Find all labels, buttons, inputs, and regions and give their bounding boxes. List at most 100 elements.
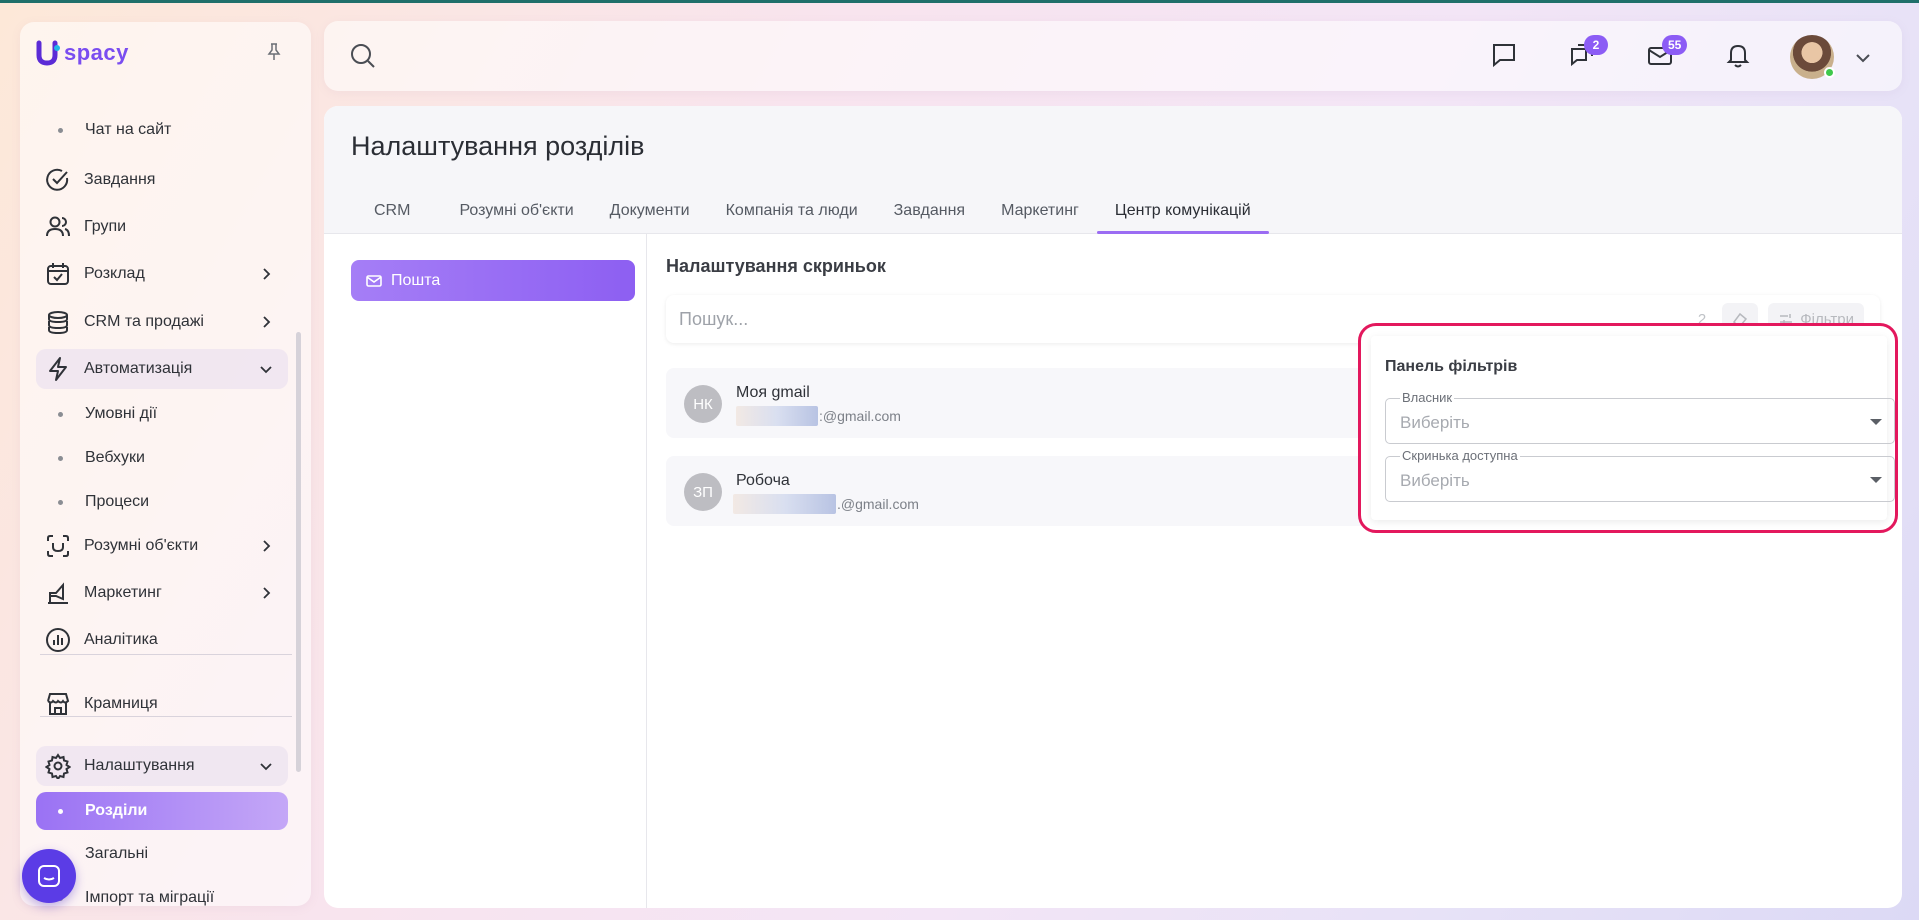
sidebar-item-webhooks[interactable]: Вебхуки	[36, 440, 288, 476]
bullet-icon	[58, 499, 63, 505]
mail-badge: 55	[1662, 35, 1688, 55]
megaphone-icon	[44, 579, 72, 607]
sidebar-item-automation[interactable]: Автоматизація	[36, 349, 288, 389]
sidebar-item-processes[interactable]: Процеси	[36, 484, 288, 520]
bullet-icon	[58, 127, 63, 133]
owner-select[interactable]: Власник Виберіть	[1385, 390, 1895, 444]
filter-panel-title: Панель фільтрів	[1385, 358, 1518, 375]
sidebar-item-smart-objects[interactable]: Розумні об'єкти	[36, 526, 288, 566]
chart-icon	[44, 626, 72, 654]
mail-button[interactable]: 55	[1646, 35, 1688, 69]
messages-button[interactable]: 2	[1568, 35, 1608, 69]
section-title: Налаштування скриньок	[666, 256, 886, 276]
support-chat-button[interactable]	[22, 849, 76, 903]
bullet-icon	[58, 808, 63, 814]
sidebar-item-label: Вебхуки	[85, 449, 145, 466]
chevron-down-icon	[258, 361, 274, 377]
mailbox-avatar: НК	[684, 385, 722, 423]
bullet-icon	[58, 455, 63, 461]
chat-icon[interactable]	[1490, 41, 1518, 69]
mailbox-available-select[interactable]: Скринька доступна Виберіть	[1385, 448, 1895, 502]
sidebar-item-label: Аналітика	[84, 631, 158, 648]
sidebar-item-label: Крамниця	[84, 695, 158, 712]
sidebar-scrollbar[interactable]	[296, 332, 301, 772]
online-status-icon	[1824, 67, 1835, 78]
users-icon	[44, 213, 72, 241]
sidebar-item-schedule[interactable]: Розклад	[36, 254, 288, 294]
sidebar-item-label: Налаштування	[84, 757, 195, 774]
sidebar-item-tasks[interactable]: Завдання	[36, 160, 288, 200]
owner-value: Виберіть	[1400, 413, 1470, 432]
sidebar-item-crm[interactable]: CRM та продажі	[36, 302, 288, 342]
redacted-email	[733, 494, 836, 514]
top-accent-line	[0, 0, 1919, 3]
mailbox-avatar: ЗП	[684, 473, 722, 511]
sidebar-item-label: Імпорт та міграції	[85, 889, 215, 906]
logo[interactable]: spacy	[36, 40, 129, 66]
chevron-right-icon	[258, 538, 274, 554]
sidebar: spacy Чат на сайт Завдання Групи Розклад…	[20, 22, 311, 906]
mailbox-available-label: Скринька доступна	[1400, 448, 1520, 463]
sidebar-item-label: Маркетинг	[84, 584, 162, 601]
sidebar-item-label: Розділи	[85, 802, 148, 819]
messages-badge: 2	[1584, 35, 1608, 55]
sidebar-item-conditional-actions[interactable]: Умовні дії	[36, 396, 288, 432]
tab-communication-center[interactable]: Центр комунікацій	[1096, 188, 1269, 234]
menu-item-mail[interactable]: Пошта	[351, 260, 635, 301]
sidebar-item-label: Процеси	[85, 493, 150, 510]
dropdown-arrow-icon	[1870, 419, 1882, 425]
logo-text: spacy	[64, 40, 129, 65]
sidebar-item-marketing[interactable]: Маркетинг	[36, 573, 288, 613]
sidebar-item-label: Загальні	[85, 845, 149, 862]
check-circle-icon	[44, 166, 72, 194]
tab-smart-objects[interactable]: Розумні об'єкти	[430, 188, 591, 234]
bullet-icon	[58, 411, 63, 417]
tab-documents[interactable]: Документи	[592, 188, 708, 234]
sidebar-item-groups[interactable]: Групи	[36, 207, 288, 247]
owner-label: Власник	[1400, 390, 1455, 405]
mailbox-email: :@gmail.com	[819, 408, 901, 424]
mail-icon	[365, 272, 383, 290]
redacted-email	[736, 406, 818, 426]
tab-tasks[interactable]: Завдання	[876, 188, 983, 234]
sidebar-item-label: Автоматизація	[84, 360, 193, 377]
page-title: Налаштування розділів	[351, 131, 645, 161]
avatar[interactable]	[1790, 35, 1835, 79]
tab-company-people[interactable]: Компанія та люди	[708, 188, 876, 234]
sidebar-item-label: Розумні об'єкти	[84, 537, 199, 554]
search-icon[interactable]	[350, 43, 376, 69]
gear-icon	[44, 752, 72, 780]
chevron-down-icon	[258, 758, 274, 774]
sidebar-item-settings[interactable]: Налаштування	[36, 746, 288, 786]
filter-panel: Панель фільтрів Власник Виберіть Скриньк…	[1371, 336, 1895, 520]
chevron-right-icon	[258, 585, 274, 601]
page-header: Налаштування розділів CRM Розумні об'єкт…	[324, 106, 1902, 234]
coins-icon	[44, 308, 72, 336]
chevron-down-icon[interactable]	[1854, 49, 1872, 67]
logo-mark-icon	[36, 40, 62, 66]
section-tabs: CRM Розумні об'єкти Документи Компанія т…	[345, 188, 1269, 234]
bell-icon[interactable]	[1724, 41, 1752, 69]
chat-bubble-icon	[38, 865, 60, 887]
chevron-right-icon	[258, 314, 274, 330]
menu-item-label: Пошта	[391, 271, 441, 289]
sidebar-item-site-chat[interactable]: Чат на сайт	[36, 112, 288, 148]
chevron-right-icon	[258, 266, 274, 282]
mailbox-name: Робоча	[736, 472, 790, 489]
sidebar-divider	[40, 716, 292, 717]
sidebar-item-store[interactable]: Крамниця	[36, 684, 288, 724]
sidebar-item-sections[interactable]: Розділи	[36, 792, 288, 830]
sidebar-item-label: Завдання	[84, 171, 156, 188]
sidebar-divider	[40, 654, 292, 655]
scan-icon	[44, 532, 72, 560]
tab-crm[interactable]: CRM	[345, 188, 430, 234]
settings-left-menu: Пошта	[324, 234, 647, 908]
tab-marketing[interactable]: Маркетинг	[983, 188, 1097, 234]
search-input[interactable]: Пошук...	[679, 309, 748, 330]
mailbox-available-value: Виберіть	[1400, 471, 1470, 490]
dropdown-arrow-icon	[1870, 477, 1882, 483]
pin-icon[interactable]	[264, 42, 284, 62]
sidebar-item-label: Групи	[84, 218, 127, 235]
topbar: 2 55	[324, 21, 1902, 91]
lightning-icon	[44, 355, 72, 383]
